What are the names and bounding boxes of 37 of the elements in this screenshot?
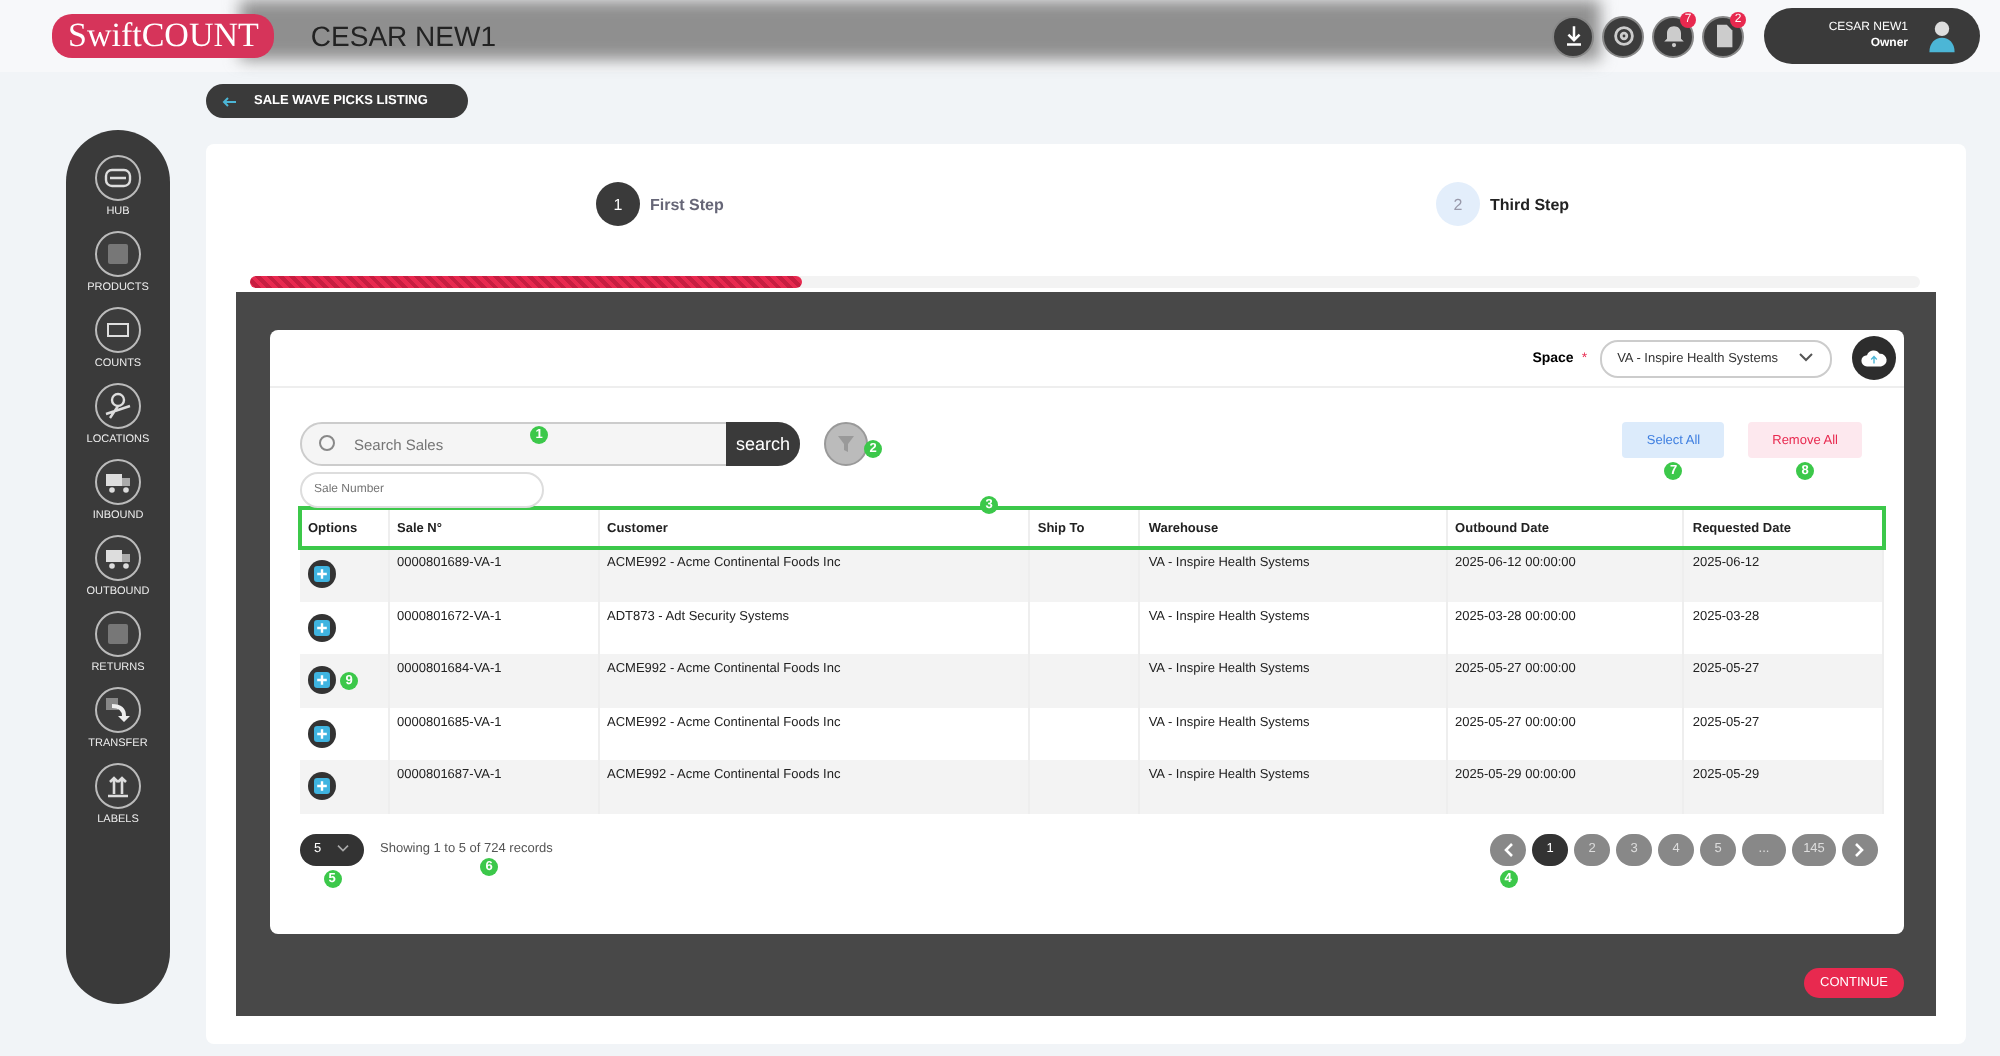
add-button[interactable] — [308, 560, 336, 589]
next-page-button[interactable] — [1842, 833, 1878, 865]
cloud-upload-icon — [1860, 348, 1888, 368]
box-icon — [94, 610, 142, 658]
search-icon — [318, 434, 338, 454]
header-button[interactable] — [1602, 15, 1644, 57]
back-arrow-icon — [222, 95, 238, 107]
chevron-right-icon — [1854, 841, 1866, 857]
chevron-down-icon — [1798, 352, 1814, 364]
settings-icon — [1609, 22, 1637, 50]
avatar-icon — [1924, 18, 1960, 54]
chevron-down-icon — [336, 844, 350, 854]
plus-icon — [314, 619, 330, 636]
plus-icon — [314, 566, 330, 583]
previous-page-button[interactable] — [1490, 833, 1526, 865]
truck-icon — [94, 458, 142, 506]
app-logo: SwiftCOUNT — [52, 14, 275, 58]
app-title: CESAR NEW1 — [310, 20, 496, 52]
box-icon — [94, 230, 142, 278]
add-button[interactable] — [308, 719, 336, 748]
plus-icon — [314, 778, 330, 795]
bell-icon — [1659, 22, 1687, 50]
search-button[interactable]: search — [725, 422, 800, 466]
filter-icon — [836, 434, 856, 454]
step-tab[interactable]: 2 Third Step — [1096, 182, 1936, 226]
step-tab[interactable]: 1 First Step — [236, 182, 1096, 226]
cloud-upload-button[interactable] — [1852, 336, 1896, 380]
pin-icon — [93, 382, 142, 430]
truck-icon — [93, 534, 142, 582]
filter-button[interactable] — [824, 422, 868, 466]
plus-icon — [314, 672, 330, 689]
add-button[interactable] — [308, 772, 336, 801]
plus-icon — [314, 725, 330, 742]
add-button[interactable] — [308, 666, 336, 695]
add-button[interactable] — [308, 613, 336, 642]
arrows-up-icon — [94, 762, 142, 810]
chevron-left-icon — [1502, 841, 1514, 857]
